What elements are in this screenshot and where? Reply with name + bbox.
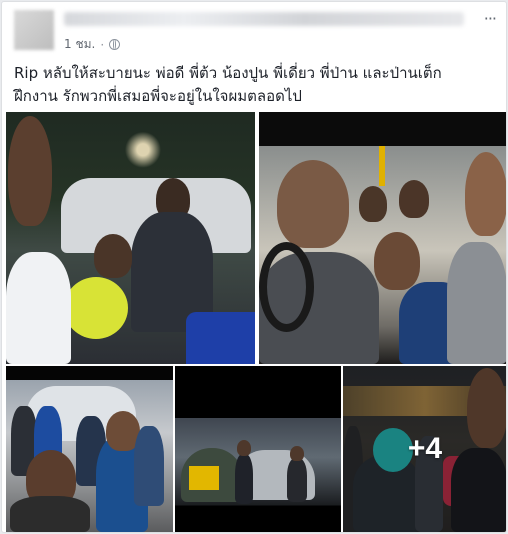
photo-5[interactable]: +4 — [343, 366, 506, 532]
post-text: Rip หลับให้สะบายนะ พ่อดี พี่ต้ว น้องปูน … — [14, 64, 442, 105]
author-name-redacted[interactable] — [64, 12, 464, 26]
post-header: 1 ชม. · ··· — [2, 2, 506, 58]
post-meta: 1 ชม. · — [64, 35, 121, 54]
meta-separator: · — [100, 37, 105, 52]
photo-1[interactable] — [6, 112, 255, 364]
post-card: 1 ชม. · ··· Rip หลับให้สะบายนะ พ่อดี พี่… — [1, 1, 507, 533]
photo-3[interactable] — [6, 366, 173, 532]
author-avatar[interactable] — [14, 10, 54, 50]
more-options-icon[interactable]: ··· — [484, 11, 497, 27]
globe-icon[interactable] — [109, 39, 121, 50]
photo-4[interactable] — [175, 366, 341, 532]
post-timestamp[interactable]: 1 ชม. — [64, 35, 95, 54]
more-photos-count[interactable]: +4 — [343, 366, 506, 532]
photo-2[interactable] — [259, 112, 506, 364]
